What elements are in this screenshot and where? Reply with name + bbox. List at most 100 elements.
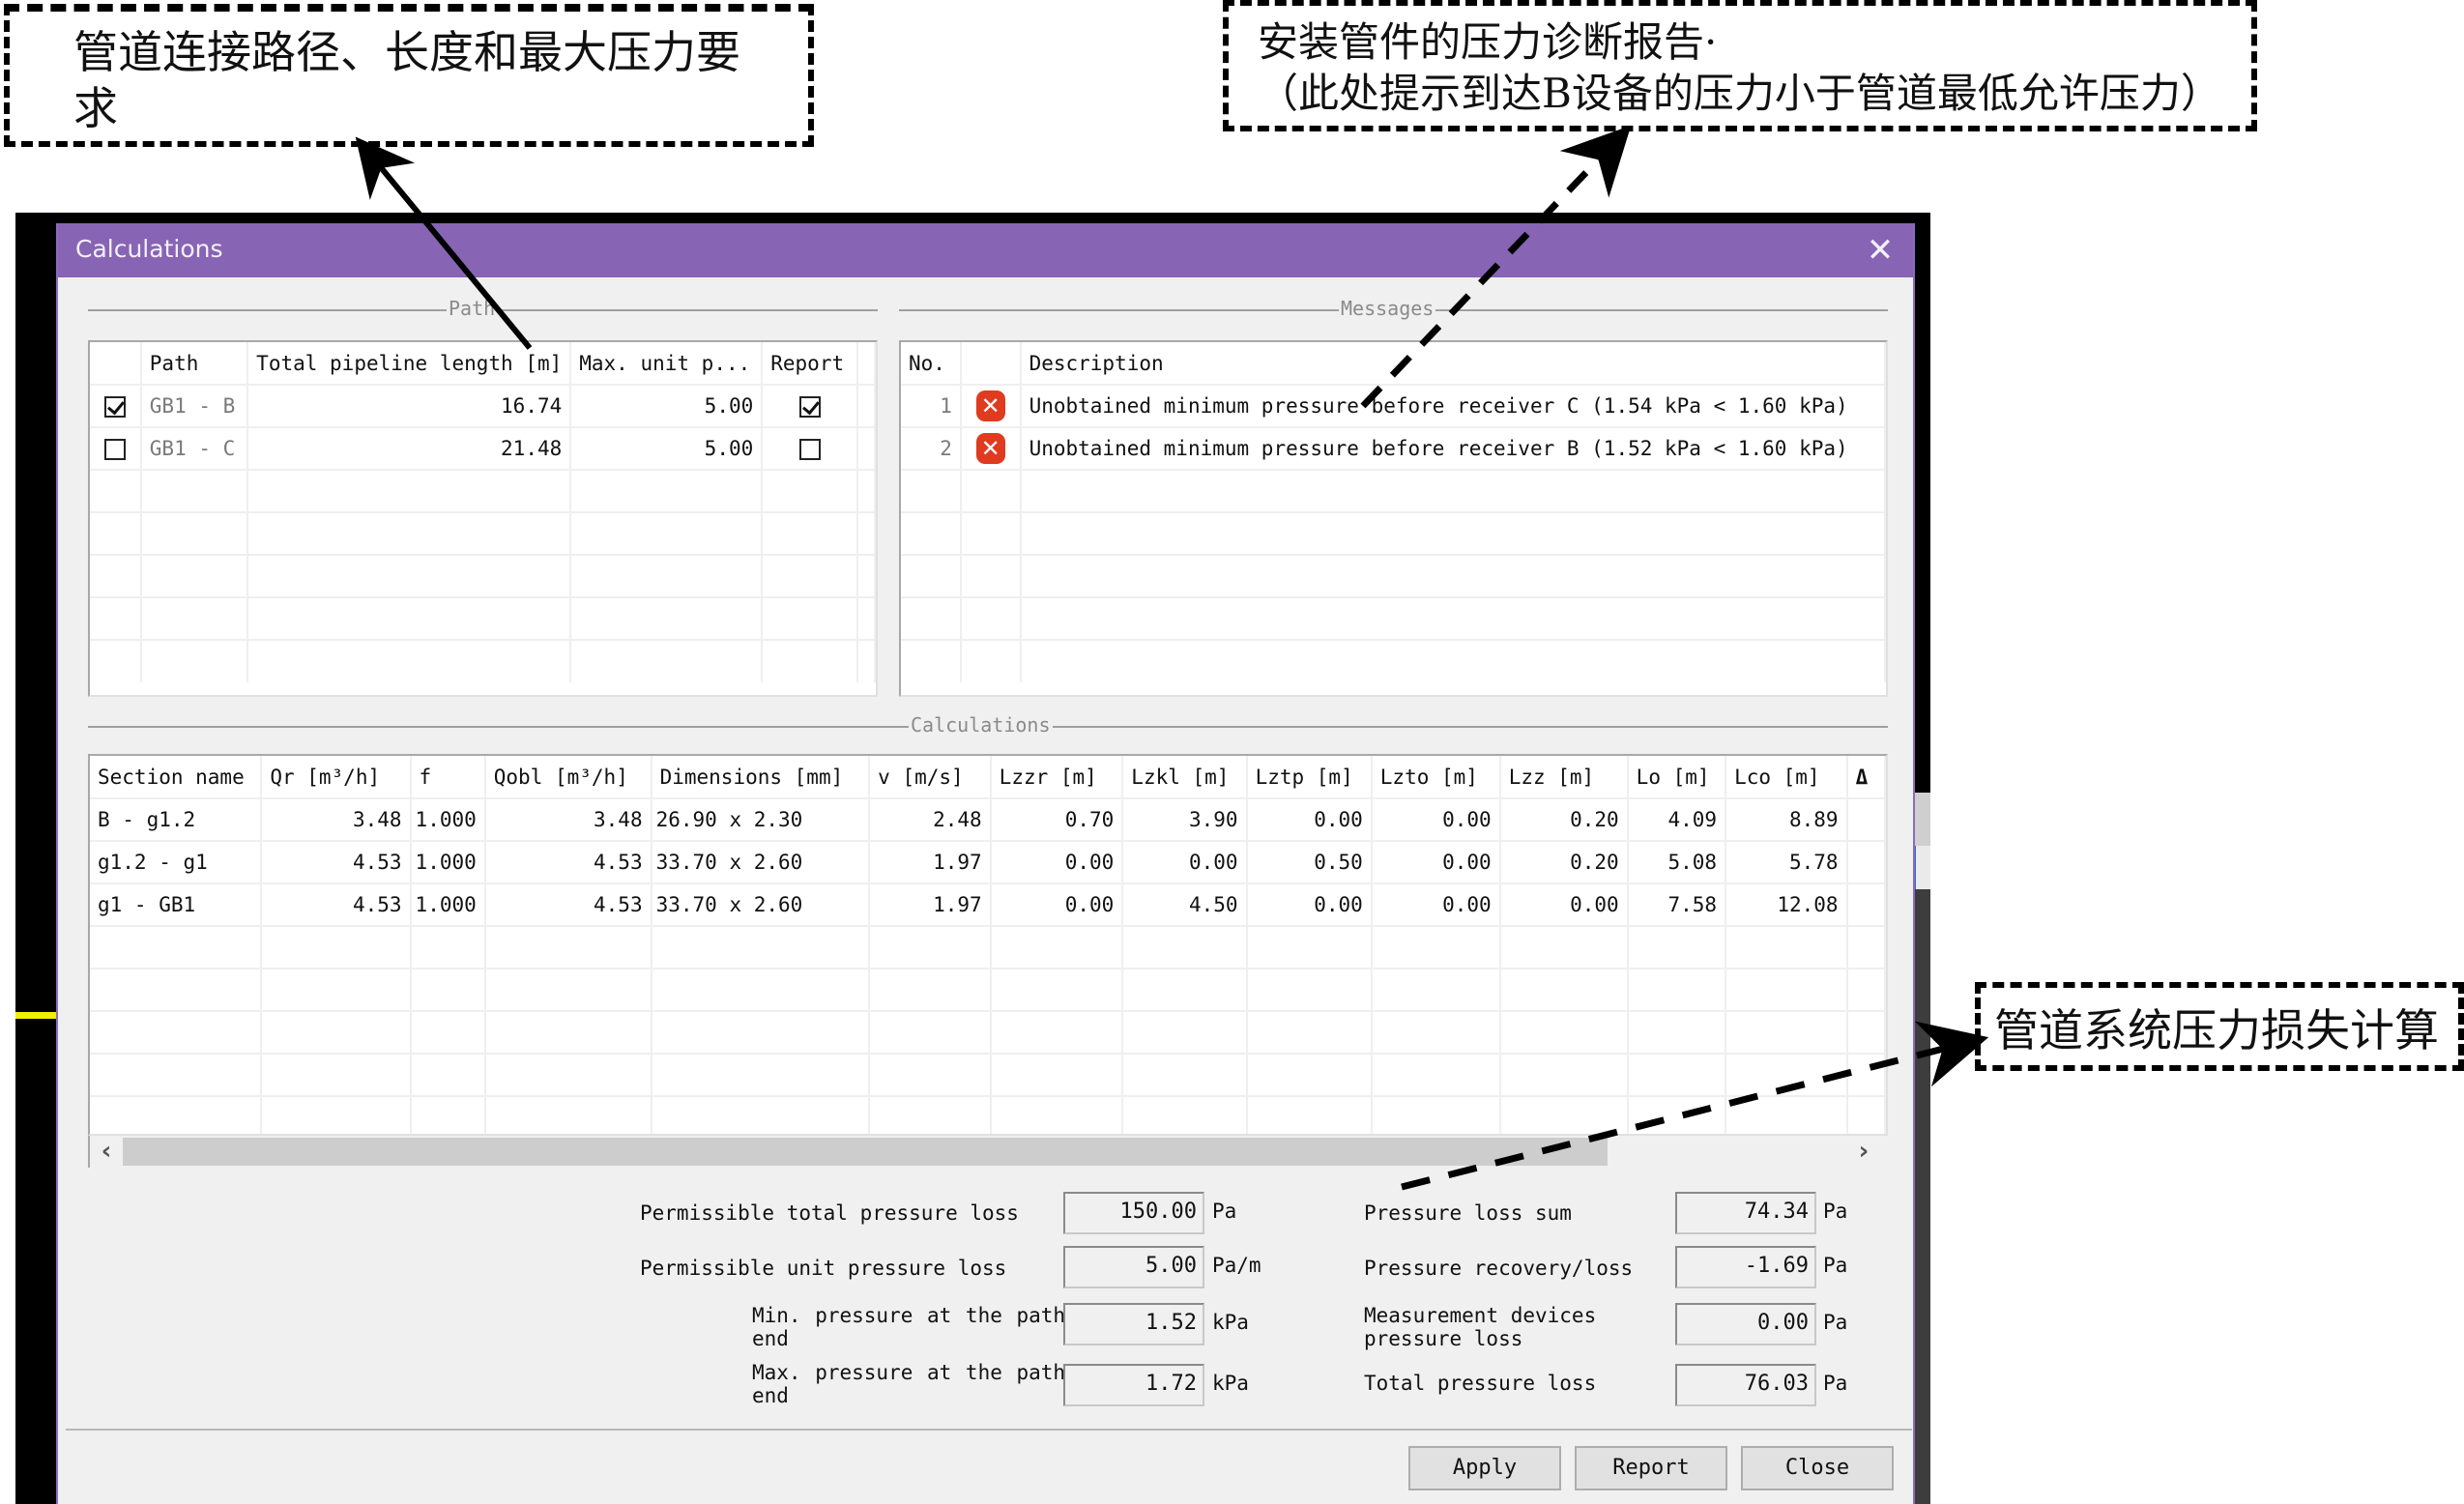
path-table: Path Total pipeline length [m] Max. unit… (88, 340, 878, 697)
message-row[interactable]: 1 ✕ Unobtained minimum pressure before r… (901, 384, 1886, 427)
cell-lzkl: 3.90 (1122, 797, 1248, 841)
empty-cell (990, 968, 1124, 1011)
column-header-total-length[interactable]: Total pipeline length [m] (247, 342, 572, 385)
column-header-lztp[interactable]: Lztp [m] (1246, 756, 1373, 798)
column-header-lo[interactable]: Lo [m] (1627, 756, 1727, 798)
cell-lzkl: 0.00 (1122, 840, 1248, 883)
empty-cell (261, 925, 412, 969)
annotation-messages-callout: 安装管件的压力诊断报告· （此处提示到达B设备的压力小于管道最低允许压力） (1223, 0, 2257, 131)
report-button[interactable]: Report (1575, 1446, 1727, 1490)
scroll-right-arrow-icon[interactable]: › (1847, 1136, 1880, 1168)
empty-cell (1122, 925, 1248, 969)
scrollbar-thumb[interactable] (123, 1138, 1608, 1166)
empty-cell (261, 1010, 412, 1054)
empty-row (901, 469, 1886, 512)
path-row[interactable]: GB1 - B 16.74 5.00 (90, 384, 876, 427)
empty-cell (990, 1095, 1124, 1134)
column-header-lzz[interactable]: Lzz [m] (1499, 756, 1629, 798)
empty-row (90, 1053, 1886, 1096)
measurement-devices-pressure-loss-label: Measurement devices pressure loss (1364, 1304, 1597, 1350)
apply-button[interactable]: Apply (1408, 1446, 1561, 1490)
unit-label: Pa (1823, 1254, 1848, 1277)
close-icon[interactable]: ✕ (1861, 231, 1899, 270)
path-select-checkbox[interactable] (103, 396, 126, 418)
cell-lzz: 0.20 (1499, 840, 1629, 883)
permissible-total-pressure-loss-field[interactable]: 150.00 (1063, 1192, 1204, 1234)
empty-cell (1371, 1010, 1501, 1054)
column-header-qobl[interactable]: Qobl [m³/h] (484, 756, 652, 798)
column-header-lzkl[interactable]: Lzkl [m] (1122, 756, 1248, 798)
calculations-dialog: Calculations ✕ Path Messages Path Total … (56, 223, 1915, 1504)
path-select-checkbox[interactable] (103, 439, 126, 460)
empty-cell (1122, 968, 1248, 1011)
empty-cell (261, 1053, 412, 1096)
measurement-devices-pressure-loss-field[interactable]: 0.00 (1675, 1303, 1816, 1345)
column-header-dimensions[interactable]: Dimensions [mm] (651, 756, 871, 798)
empty-cell (261, 1095, 412, 1134)
cell-velocity: 1.97 (869, 882, 992, 926)
close-button[interactable]: Close (1741, 1446, 1894, 1490)
column-header-lzzr[interactable]: Lzzr [m] (990, 756, 1124, 798)
column-header-path[interactable]: Path (140, 342, 249, 385)
empty-cell (484, 1010, 652, 1054)
empty-row (90, 596, 876, 640)
annotation-messages-text-2: （此处提示到达B设备的压力小于管道最低允许压力） (1258, 69, 2221, 117)
empty-cell (90, 1053, 263, 1096)
scroll-left-arrow-icon[interactable]: ‹ (90, 1136, 123, 1168)
column-header-qr[interactable]: Qr [m³/h] (261, 756, 412, 798)
column-header-f[interactable]: f (410, 756, 486, 798)
unit-label: Pa (1212, 1200, 1237, 1223)
path-max-unit-pressure: 5.00 (570, 426, 764, 470)
column-header-section-name[interactable]: Section name (90, 756, 263, 798)
empty-cell (261, 968, 412, 1011)
path-report-checkbox[interactable] (798, 396, 821, 418)
empty-cell (869, 925, 992, 969)
cell-lztp: 0.00 (1246, 882, 1373, 926)
cell-qr: 4.53 (261, 840, 412, 883)
calculation-row[interactable]: g1 - GB1 4.53 1.000 4.53 33.70 x 2.60 1.97 0.0… (90, 882, 1886, 926)
column-header-description[interactable]: Description (1020, 342, 1886, 385)
permissible-unit-pressure-loss-field[interactable]: 5.00 (1063, 1246, 1204, 1288)
total-pressure-loss-label: Total pressure loss (1364, 1372, 1597, 1395)
empty-cell (990, 1010, 1124, 1054)
column-header-lco[interactable]: Lco [m] (1725, 756, 1848, 798)
total-pressure-loss-field[interactable]: 76.03 (1675, 1364, 1816, 1406)
calculation-row[interactable]: B - g1.2 3.48 1.000 3.48 26.90 x 2.30 2.48 0.7… (90, 797, 1886, 841)
message-row[interactable]: 2 ✕ Unobtained minimum pressure before r… (901, 426, 1886, 470)
unit-label: Pa (1823, 1200, 1848, 1223)
annotation-messages-text-1: 安装管件的压力诊断报告· (1258, 18, 1718, 66)
empty-cell (1371, 1095, 1501, 1134)
empty-cell (410, 968, 486, 1011)
path-report-checkbox[interactable] (798, 439, 821, 460)
column-header-select[interactable] (90, 342, 142, 385)
empty-cell (1627, 968, 1727, 1011)
pressure-recovery-loss-field[interactable]: -1.69 (1675, 1246, 1816, 1288)
background-panel-tab (1914, 793, 1930, 851)
cell-dimensions: 26.90 x 2.30 (651, 797, 871, 841)
column-header-velocity[interactable]: v [m/s] (869, 756, 992, 798)
column-header-report[interactable]: Report (762, 342, 858, 385)
empty-cell (1371, 925, 1501, 969)
column-header-max-unit-pressure[interactable]: Max. unit p... (570, 342, 764, 385)
empty-cell (1499, 1053, 1629, 1096)
min-pressure-path-end-field[interactable]: 1.52 (1063, 1303, 1204, 1345)
column-header-no[interactable]: No. (901, 342, 962, 385)
max-pressure-path-end-field[interactable]: 1.72 (1063, 1364, 1204, 1406)
path-row[interactable]: GB1 - C 21.48 5.00 (90, 426, 876, 470)
dialog-titlebar[interactable]: Calculations ✕ (58, 223, 1913, 277)
cell-lzto: 0.00 (1371, 882, 1501, 926)
calculation-row[interactable]: g1.2 - g1 4.53 1.000 4.53 33.70 x 2.60 1.97 0.… (90, 840, 1886, 883)
column-header-icon[interactable] (960, 342, 1022, 385)
cell-velocity: 1.97 (869, 840, 992, 883)
path-length: 21.48 (247, 426, 572, 470)
cell-lo: 4.09 (1627, 797, 1727, 841)
empty-cell (1725, 1010, 1848, 1054)
cell-lzzr: 0.70 (990, 797, 1124, 841)
calculations-horizontal-scrollbar[interactable]: ‹ › (88, 1136, 1888, 1168)
column-header-delta[interactable]: Δ (1846, 756, 1886, 798)
cell-lzto: 0.00 (1371, 797, 1501, 841)
pressure-loss-sum-field[interactable]: 74.34 (1675, 1192, 1816, 1234)
column-header-lzto[interactable]: Lzto [m] (1371, 756, 1501, 798)
empty-row (90, 1010, 1886, 1054)
empty-cell (484, 1095, 652, 1134)
